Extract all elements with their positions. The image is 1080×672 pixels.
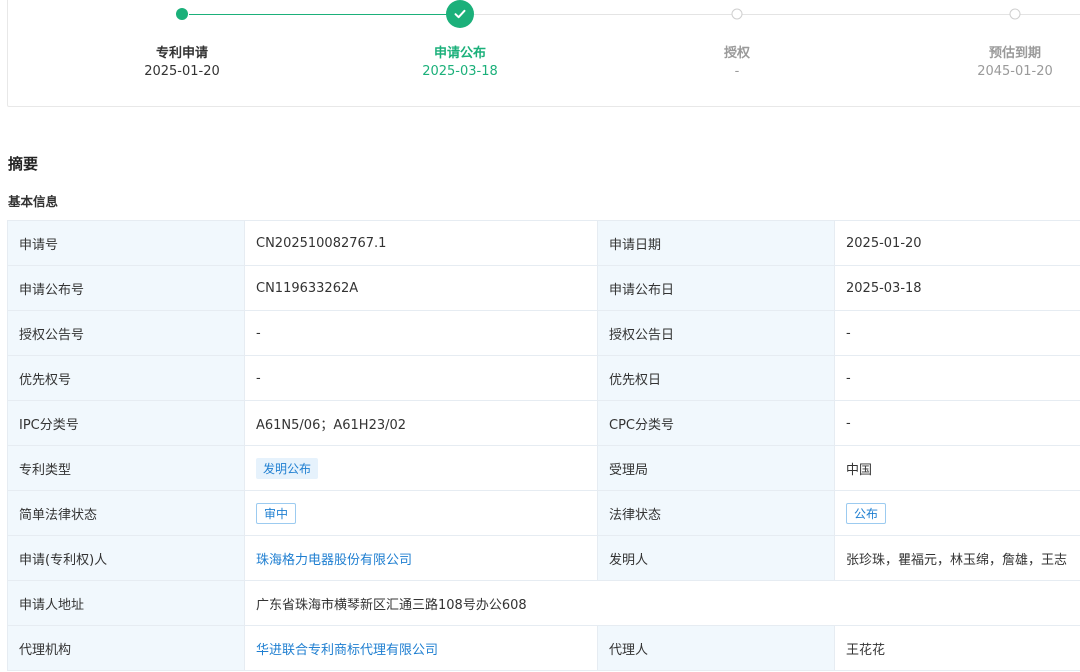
ipc-classification: A61N5/06；A61H23/02 — [244, 400, 598, 446]
table-row: 申请公布号 CN119633262A 申请公布日 2025-03-18 — [7, 265, 1080, 311]
table-row: 申请号 CN202510082767.1 申请日期 2025-01-20 — [7, 220, 1080, 266]
basic-info-heading: 基本信息 — [8, 194, 59, 209]
grant-number: - — [244, 310, 598, 356]
legal-status-cell: 公布 — [834, 490, 1080, 536]
field-label: 优先权号 — [7, 355, 245, 401]
table-row: 简单法律状态 审中 法律状态 公布 — [7, 490, 1080, 536]
agency-link[interactable]: 华进联合专利商标代理有限公司 — [256, 643, 438, 658]
timeline-dot-pending — [731, 8, 743, 20]
application-number: CN202510082767.1 — [244, 220, 598, 266]
grant-date: - — [834, 310, 1080, 356]
inventors: 张珍珠，瞿福元，林玉绵，詹雄，王志 — [834, 535, 1080, 581]
check-icon — [446, 0, 474, 28]
cpc-classification: - — [834, 400, 1080, 446]
field-label: 简单法律状态 — [7, 490, 245, 536]
timeline-step-label: 授权 — [723, 46, 750, 61]
priority-number: - — [244, 355, 598, 401]
field-label: 申请(专利权)人 — [7, 535, 245, 581]
patent-timeline: 专利申请 2025-01-20 申请公布 2025-03-18 授权 - 预估到… — [7, 0, 1080, 107]
field-label: 申请日期 — [597, 220, 835, 266]
simple-legal-status-badge: 审中 — [256, 502, 297, 524]
timeline-step-label: 申请公布 — [433, 46, 486, 61]
field-label: 专利类型 — [7, 445, 245, 491]
timeline-step-date: 2025-01-20 — [144, 64, 220, 79]
publication-number: CN119633262A — [244, 265, 598, 311]
timeline-progress-line — [189, 14, 467, 15]
field-label: CPC分类号 — [597, 400, 835, 446]
field-label: IPC分类号 — [7, 400, 245, 446]
field-label: 申请人地址 — [7, 580, 245, 626]
simple-legal-status-cell: 审中 — [244, 490, 598, 536]
table-row: 授权公告号 - 授权公告日 - — [7, 310, 1080, 356]
timeline-step-label: 预估到期 — [988, 46, 1041, 61]
receiving-office: 中国 — [834, 445, 1080, 491]
table-row: 优先权号 - 优先权日 - — [7, 355, 1080, 401]
priority-date: - — [834, 355, 1080, 401]
agency-cell: 华进联合专利商标代理有限公司 — [244, 625, 598, 671]
table-row: 申请(专利权)人 珠海格力电器股份有限公司 发明人 张珍珠，瞿福元，林玉绵，詹雄… — [7, 535, 1080, 581]
agent-name: 王花花 — [834, 625, 1080, 671]
timeline-dot-done — [176, 8, 188, 20]
table-row: 专利类型 发明公布 受理局 中国 — [7, 445, 1080, 491]
timeline-step-label: 专利申请 — [155, 46, 208, 61]
timeline-dot-pending — [1009, 8, 1021, 20]
applicant-address: 广东省珠海市横琴新区汇通三路108号办公608 — [244, 580, 1080, 626]
patent-type-badge: 发明公布 — [256, 457, 319, 479]
timeline-pending-line — [467, 14, 1080, 15]
field-label: 申请号 — [7, 220, 245, 266]
application-date: 2025-01-20 — [834, 220, 1080, 266]
publication-date: 2025-03-18 — [834, 265, 1080, 311]
patent-type-cell: 发明公布 — [244, 445, 598, 491]
field-label: 法律状态 — [597, 490, 835, 536]
field-label: 授权公告号 — [7, 310, 245, 356]
table-row: 代理机构 华进联合专利商标代理有限公司 代理人 王花花 — [7, 625, 1080, 671]
table-row: IPC分类号 A61N5/06；A61H23/02 CPC分类号 - — [7, 400, 1080, 446]
field-label: 授权公告日 — [597, 310, 835, 356]
applicant-cell: 珠海格力电器股份有限公司 — [244, 535, 598, 581]
abstract-heading: 摘要 — [8, 155, 39, 173]
table-row: 申请人地址 广东省珠海市横琴新区汇通三路108号办公608 — [7, 580, 1080, 626]
field-label: 受理局 — [597, 445, 835, 491]
field-label: 优先权日 — [597, 355, 835, 401]
basic-info-table: 申请号 CN202510082767.1 申请日期 2025-01-20 申请公… — [7, 220, 1080, 671]
field-label: 发明人 — [597, 535, 835, 581]
field-label: 代理机构 — [7, 625, 245, 671]
timeline-step-date: - — [734, 64, 740, 79]
timeline-step-date: 2045-01-20 — [977, 64, 1053, 79]
legal-status-badge: 公布 — [846, 502, 887, 524]
field-label: 申请公布号 — [7, 265, 245, 311]
field-label: 代理人 — [597, 625, 835, 671]
field-label: 申请公布日 — [597, 265, 835, 311]
timeline-step-date: 2025-03-18 — [422, 64, 498, 79]
applicant-link[interactable]: 珠海格力电器股份有限公司 — [256, 553, 412, 568]
